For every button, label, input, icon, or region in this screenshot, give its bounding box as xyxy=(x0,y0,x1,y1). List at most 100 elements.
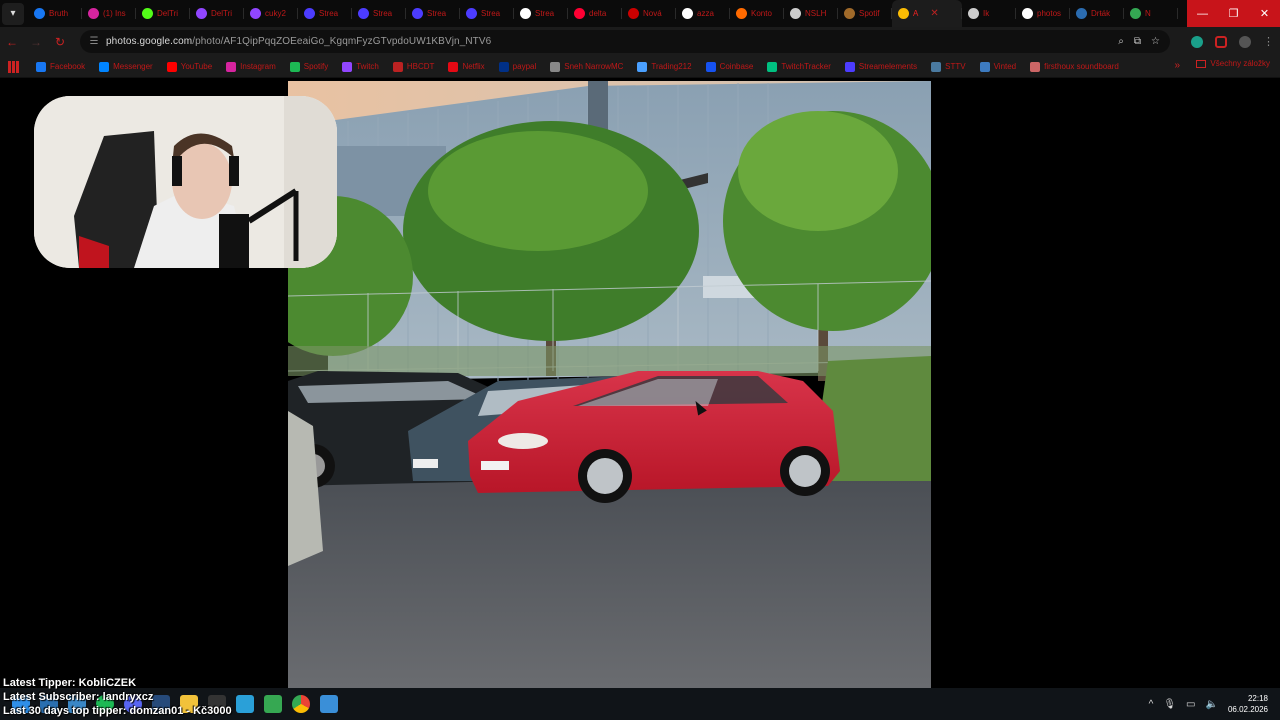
browser-tab[interactable]: Strea xyxy=(514,0,568,27)
bookmark-item[interactable]: Streamelements xyxy=(844,61,917,72)
bookmark-list: Facebook Messenger YouTube Instagram Spotify… xyxy=(36,61,1133,72)
bookmark-item[interactable]: Instagram xyxy=(226,61,276,72)
minimize-button[interactable]: — xyxy=(1187,0,1218,27)
profile-avatar[interactable] xyxy=(1239,35,1251,48)
microphone-icon[interactable]: 🎙 xyxy=(1163,699,1176,710)
forward-button[interactable]: → xyxy=(24,30,48,54)
browser-tab[interactable]: Spotif xyxy=(838,0,892,27)
reload-button[interactable]: ↻ xyxy=(48,30,72,54)
back-button[interactable]: ← xyxy=(0,30,24,54)
browser-tab[interactable]: (1) Ins xyxy=(82,0,136,27)
browser-tab[interactable]: A ✕ xyxy=(892,0,962,27)
bookmark-label: Netflix xyxy=(462,62,485,71)
bookmark-item[interactable]: STTV xyxy=(931,61,966,72)
bookmark-label: Messenger xyxy=(113,62,153,71)
browser-tab[interactable]: Strea xyxy=(352,0,406,27)
url-text[interactable]: photos.google.com/photo/AF1QipPqqZOEeaiG… xyxy=(106,36,491,47)
browser-tab[interactable]: Drŧák xyxy=(1070,0,1124,27)
flag-icon xyxy=(1076,8,1087,19)
tab-title: photos xyxy=(1037,9,1062,18)
bookmark-item[interactable]: HBCDT xyxy=(392,61,435,72)
browser-tab[interactable]: DelTri xyxy=(190,0,244,27)
url-host: photos.google.com xyxy=(106,36,193,47)
bookmark-label: Vinted xyxy=(993,62,1017,71)
tab-title: DelTri xyxy=(157,9,179,18)
bookmarks-overflow-icon[interactable]: » xyxy=(1174,60,1180,71)
bookmark-favicon-icon xyxy=(36,61,46,72)
close-tab-icon[interactable]: ✕ xyxy=(930,8,938,19)
browser-tab[interactable]: Strea xyxy=(298,0,352,27)
chrome-icon[interactable] xyxy=(292,695,310,713)
bookmark-favicon-icon xyxy=(498,61,509,72)
kiwi-icon xyxy=(736,8,747,19)
network-icon[interactable]: ▭ xyxy=(1186,699,1195,710)
site-info-icon[interactable]: ☰ xyxy=(84,36,104,47)
bookmark-item[interactable]: Facebook xyxy=(36,61,85,72)
browser-tab[interactable]: N xyxy=(1124,0,1178,27)
bookmark-item[interactable]: firsthoux soundboard xyxy=(1030,61,1119,72)
bookmark-item[interactable]: Messenger xyxy=(99,61,153,72)
tab-title: A xyxy=(913,9,919,18)
browser-tab[interactable]: Strea xyxy=(460,0,514,27)
twitch-icon xyxy=(250,8,261,19)
browser-tab[interactable]: Bruth xyxy=(28,0,82,27)
extension-icon[interactable] xyxy=(1191,35,1203,48)
clock[interactable]: 22:18 06.02.2026 xyxy=(1228,693,1268,715)
bookmark-item[interactable]: TwitchTracker xyxy=(767,61,831,72)
all-bookmarks-button[interactable]: Všechny záložky xyxy=(1196,59,1270,68)
photos-icon xyxy=(898,8,909,19)
browser-tab[interactable]: Nová xyxy=(622,0,676,27)
bookmark-favicon-icon xyxy=(342,61,353,72)
bookmark-favicon-icon xyxy=(166,61,177,72)
bookmark-item[interactable]: YouTube xyxy=(166,61,212,72)
bookmark-item[interactable]: Sneh NarrowMC xyxy=(550,61,623,72)
bookmark-favicon-icon xyxy=(226,61,237,72)
bookmark-item[interactable]: Trading212 xyxy=(637,61,692,72)
photos-icon xyxy=(1130,8,1141,19)
tab-title: Konto xyxy=(751,9,772,18)
browser-tab[interactable]: Konto xyxy=(730,0,784,27)
bookmark-item[interactable]: Spotify xyxy=(289,61,328,72)
streamer-webcam-image xyxy=(34,96,337,268)
restore-button[interactable]: ❐ xyxy=(1218,0,1249,27)
bookmark-label: HBCDT xyxy=(406,62,435,71)
bookmark-item[interactable]: Twitch xyxy=(342,61,379,72)
browser-tab[interactable]: photos xyxy=(1016,0,1070,27)
bookmark-label: STTV xyxy=(945,62,966,71)
zoom-icon[interactable]: ⌕ xyxy=(1118,36,1124,47)
browser-tab[interactable]: cuky2 xyxy=(244,0,298,27)
streamelements-icon xyxy=(466,8,477,19)
bookmark-item[interactable]: paypal xyxy=(498,61,536,72)
tab-strip: ▾ Bruth (1) Ins DelTri DelTri cuky2 Strea Stre… xyxy=(0,0,1280,27)
menu-kebab-icon[interactable]: ⋮ xyxy=(1263,35,1274,48)
browser-tab[interactable]: azza xyxy=(676,0,730,27)
clock-date: 06.02.2026 xyxy=(1227,705,1268,714)
close-window-button[interactable]: ✕ xyxy=(1249,0,1280,27)
extensions-area: ⋮ xyxy=(1191,30,1274,53)
volume-icon[interactable]: 🔈 xyxy=(1206,699,1218,710)
tab-title: Bruth xyxy=(49,9,69,18)
tray-overflow-icon[interactable]: ^ xyxy=(1149,699,1154,710)
tab-title: Strea xyxy=(481,9,501,18)
extensions-puzzle-icon[interactable] xyxy=(1215,35,1227,48)
tab-title: Strea xyxy=(535,9,555,18)
edge-icon[interactable] xyxy=(236,695,254,713)
browser-tab[interactable]: Ik xyxy=(962,0,1016,27)
bookmark-item[interactable]: Vinted xyxy=(979,61,1017,72)
browser-tab[interactable]: DelTri xyxy=(136,0,190,27)
address-bar[interactable]: ☰ photos.google.com/photo/AF1QipPqqZOEea… xyxy=(80,30,1170,53)
bookmark-item[interactable]: Netflix xyxy=(448,61,485,72)
phone-link-icon[interactable] xyxy=(264,695,282,713)
browser-tab[interactable]: Strea xyxy=(406,0,460,27)
browser-tab[interactable]: NSLH xyxy=(784,0,838,27)
bookmark-favicon-icon xyxy=(392,61,403,72)
twitch-studio-icon[interactable] xyxy=(320,695,338,713)
bookmark-star-icon[interactable]: ☆ xyxy=(1151,36,1160,47)
install-app-icon[interactable]: ⧉ xyxy=(1134,36,1141,47)
browser-tab[interactable]: delta xyxy=(568,0,622,27)
apps-grid-icon[interactable] xyxy=(8,60,20,73)
bookmark-item[interactable]: Coinbase xyxy=(705,61,753,72)
tab-search-button[interactable]: ▾ xyxy=(2,2,24,25)
photo-image[interactable] xyxy=(288,81,931,688)
bookmark-label: firsthoux soundboard xyxy=(1044,62,1119,71)
